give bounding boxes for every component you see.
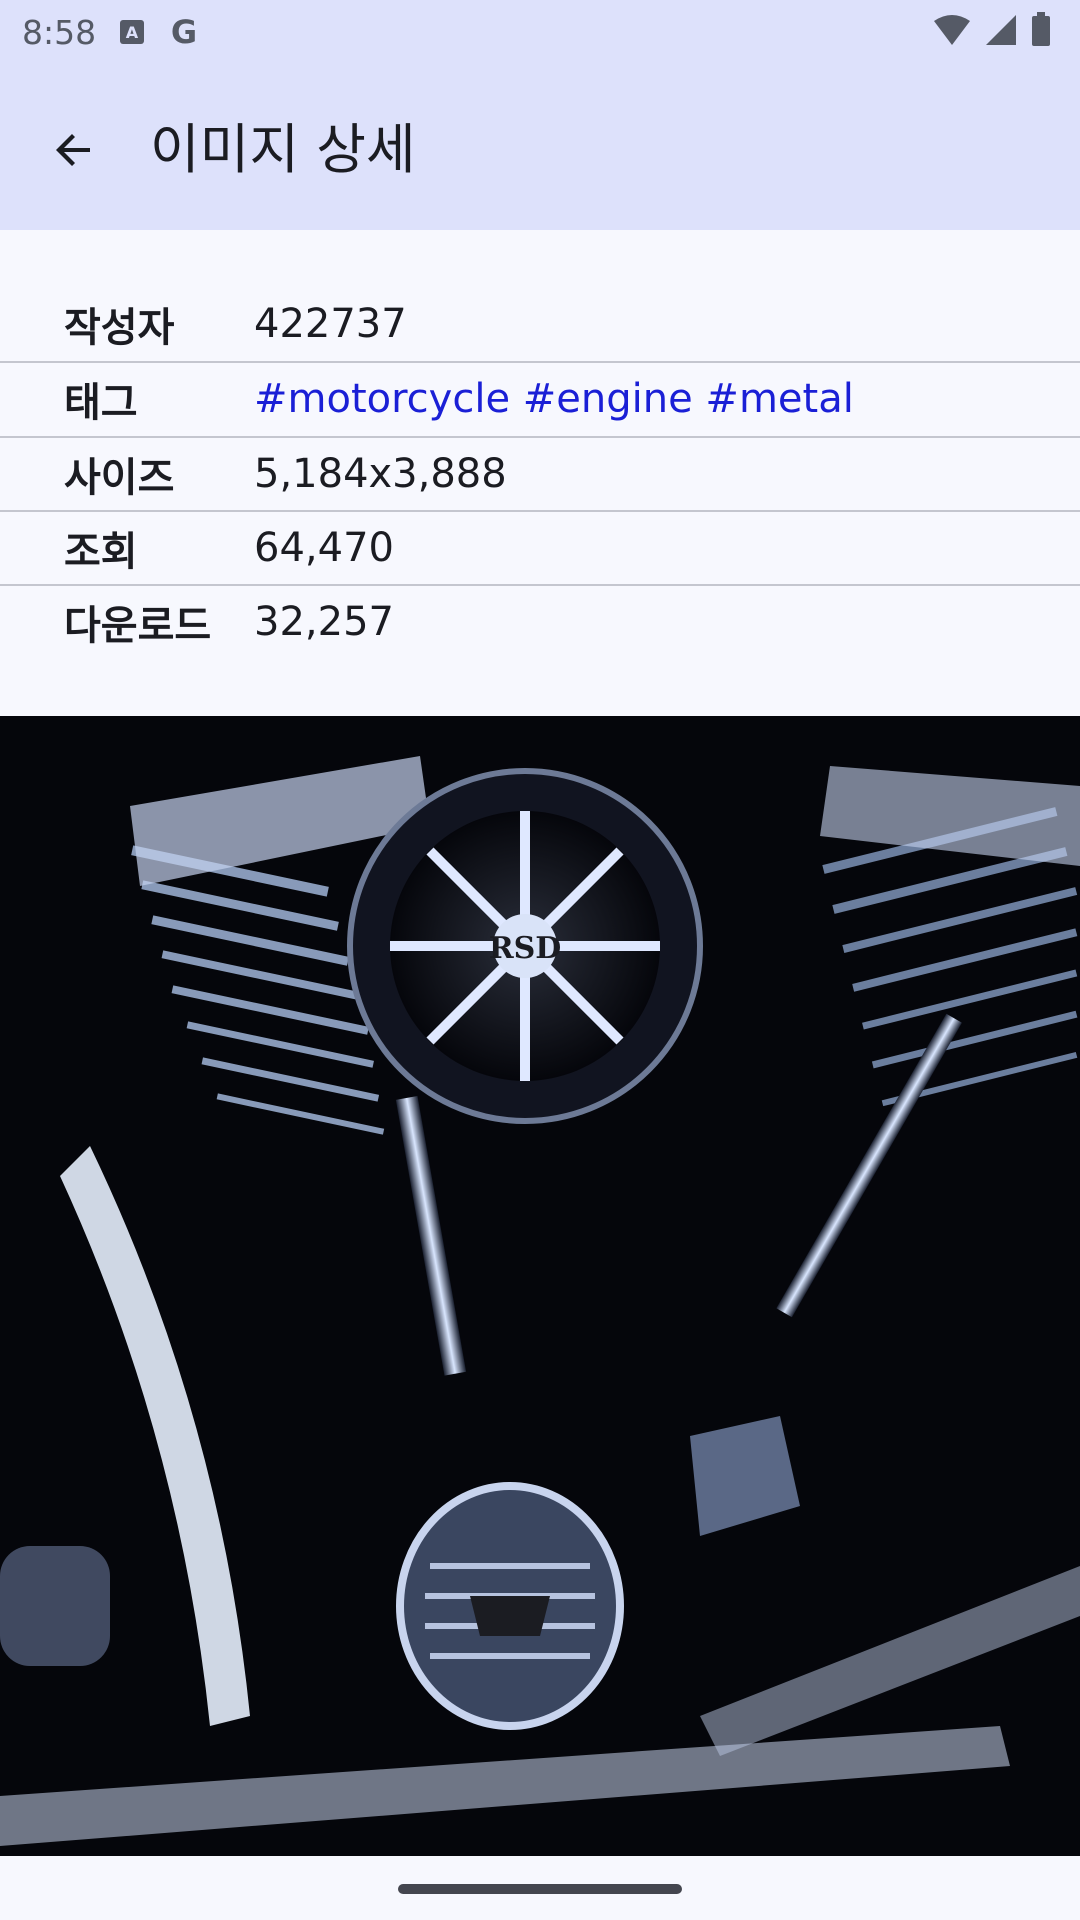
page-title: 이미지 상세 bbox=[150, 118, 416, 181]
svg-text:RSD: RSD bbox=[489, 931, 562, 966]
detail-label: 조회 bbox=[64, 529, 138, 575]
svg-text:A: A bbox=[126, 23, 139, 42]
status-time: 8:58 bbox=[22, 12, 97, 52]
downloads-value: 32,257 bbox=[254, 599, 394, 645]
views-value: 64,470 bbox=[254, 525, 394, 571]
gesture-handle[interactable] bbox=[398, 1884, 682, 1894]
tags-link[interactable]: #motorcycle #engine #metal bbox=[254, 376, 854, 422]
detail-row-size: 사이즈 5,184x3,888 bbox=[0, 437, 1080, 511]
arrow-back-icon bbox=[56, 134, 90, 166]
detail-row-views: 조회 64,470 bbox=[0, 511, 1080, 585]
signal-icon bbox=[984, 13, 1018, 51]
image-details: 작성자 422737 태그 #motorcycle #engine #metal… bbox=[0, 230, 1080, 716]
a-badge-icon: A bbox=[118, 18, 146, 46]
detail-row-author: 작성자 422737 bbox=[0, 287, 1080, 361]
svg-text:G: G bbox=[171, 14, 197, 50]
detail-label: 사이즈 bbox=[64, 455, 175, 501]
google-icon: G bbox=[166, 14, 202, 50]
app-bar: 이미지 상세 bbox=[0, 64, 1080, 230]
detail-row-downloads: 다운로드 32,257 bbox=[0, 585, 1080, 659]
detail-row-tags: 태그 #motorcycle #engine #metal bbox=[0, 362, 1080, 436]
detail-label: 작성자 bbox=[64, 305, 175, 351]
battery-icon bbox=[1030, 12, 1052, 52]
motorcycle-engine-photo[interactable]: RSD bbox=[0, 716, 1080, 1856]
navigation-bar bbox=[0, 1856, 1080, 1920]
detail-label: 다운로드 bbox=[64, 603, 212, 649]
back-button[interactable] bbox=[38, 114, 110, 186]
author-value[interactable]: 422737 bbox=[254, 301, 407, 347]
status-bar: 8:58 A G bbox=[0, 0, 1080, 64]
size-value: 5,184x3,888 bbox=[254, 451, 507, 497]
detail-label: 태그 bbox=[64, 380, 138, 426]
wifi-icon bbox=[932, 13, 972, 51]
